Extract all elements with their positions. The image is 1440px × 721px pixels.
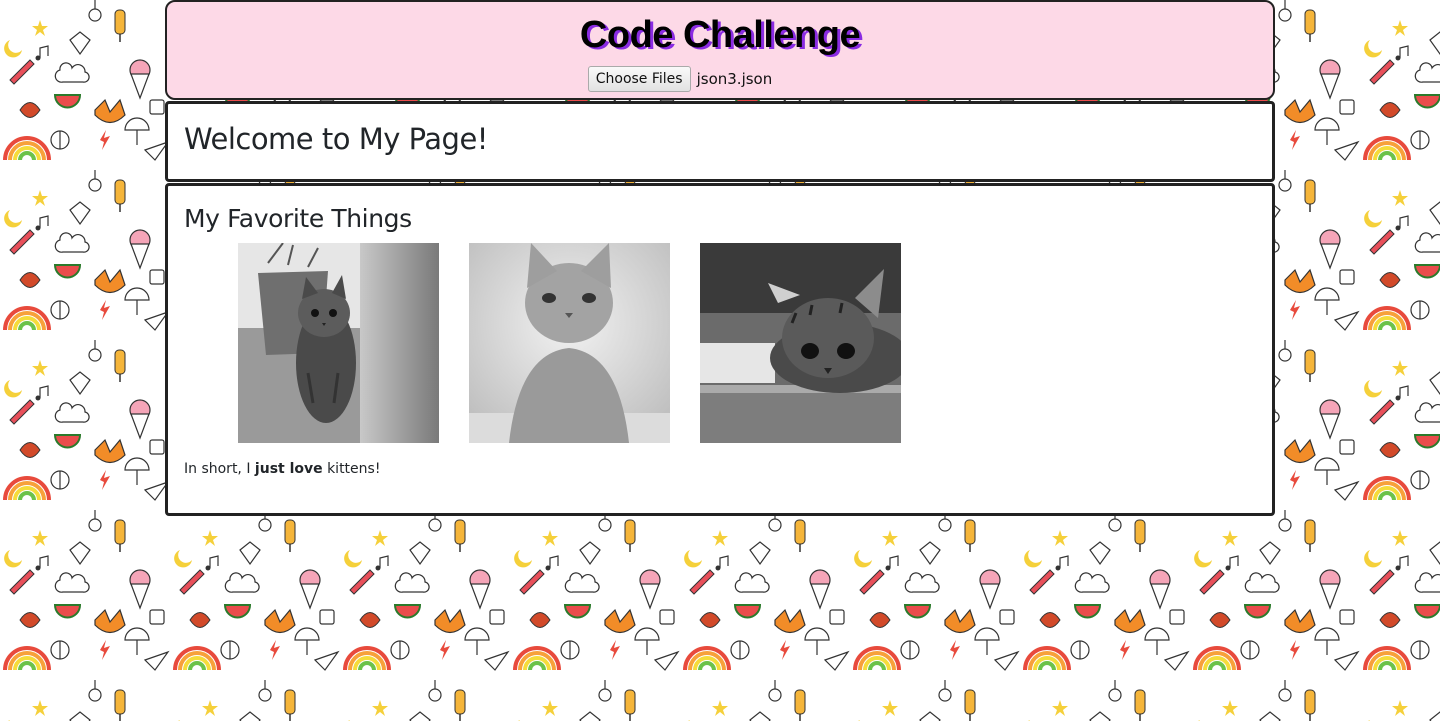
favorites-summary: In short, I just love kittens! (184, 461, 1256, 477)
welcome-card: Welcome to My Page! (165, 101, 1275, 182)
header-card: Code Challenge Choose Files json3.json (165, 0, 1275, 100)
summary-emphasis: just love (254, 461, 323, 477)
kitten-image-2 (469, 243, 670, 443)
choose-files-button[interactable]: Choose Files (587, 66, 691, 92)
summary-suffix: kittens! (322, 461, 381, 477)
favorites-card: My Favorite Things In short, I just love… (165, 183, 1275, 516)
kitten-gallery (184, 243, 1256, 443)
page-title: Code Challenge (579, 14, 861, 56)
kitten-image-3 (700, 243, 901, 443)
file-upload-row: Choose Files json3.json (167, 66, 1273, 92)
summary-prefix: In short, I (184, 461, 255, 477)
selected-file-name: json3.json (696, 70, 773, 88)
welcome-heading: Welcome to My Page! (184, 122, 488, 156)
page-container: Code Challenge Choose Files json3.json W… (165, 0, 1275, 516)
kitten-image-1 (238, 243, 439, 443)
favorites-heading: My Favorite Things (184, 204, 412, 233)
